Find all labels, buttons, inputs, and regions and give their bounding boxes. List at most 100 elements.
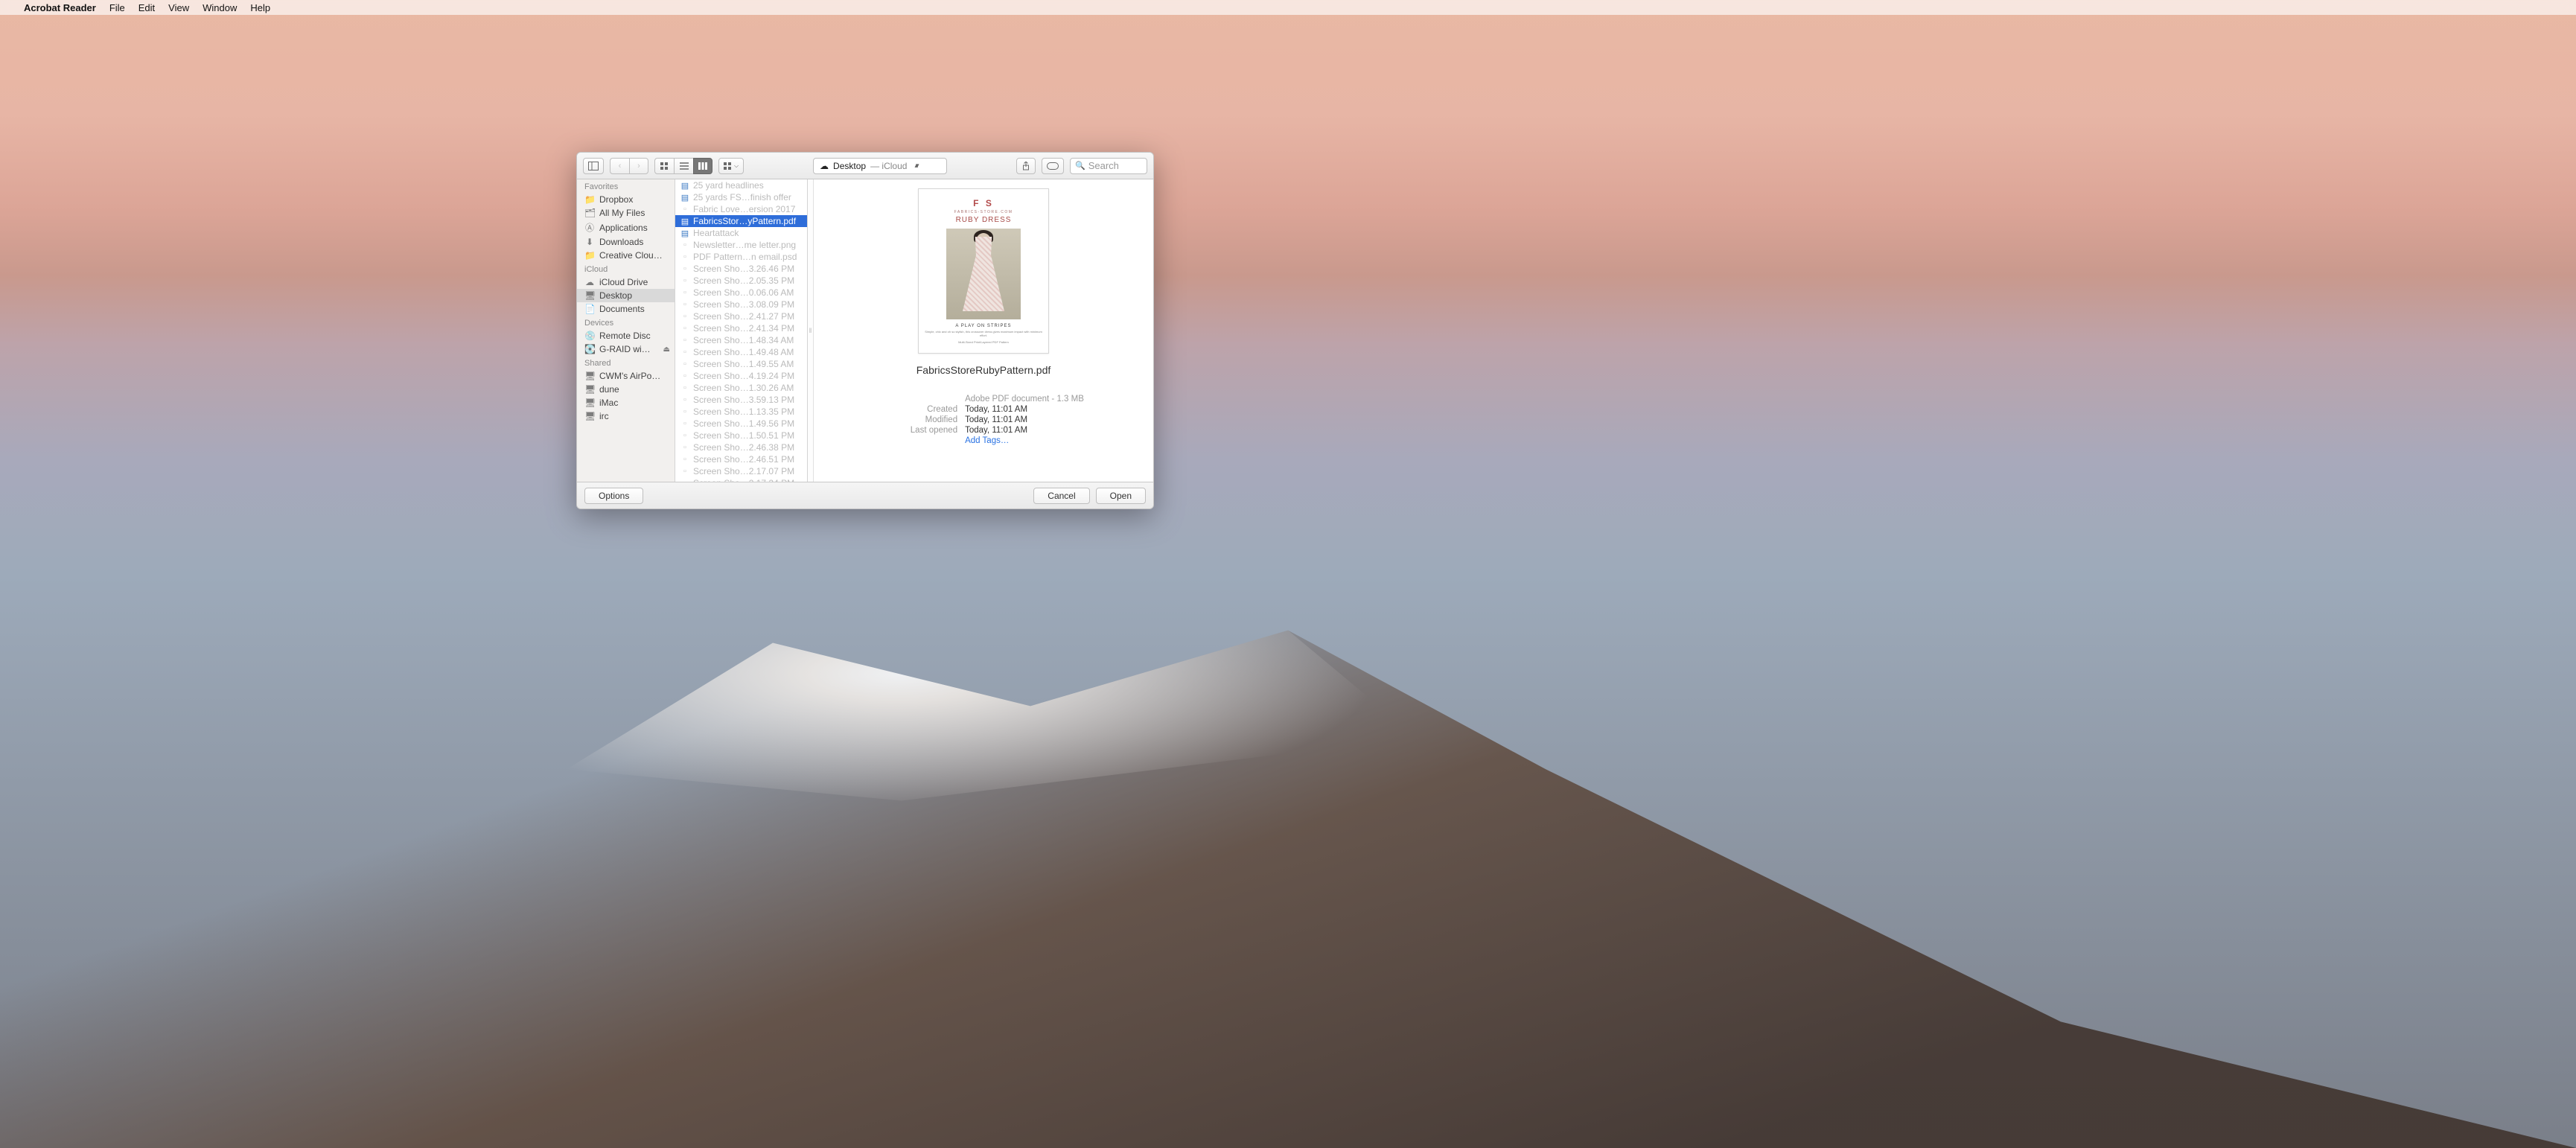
file-row[interactable]: ▫︎Screen Sho…1.49.56 PM bbox=[675, 418, 807, 430]
file-row[interactable]: ▤25 yards FS…finish offer bbox=[675, 191, 807, 203]
wallpaper-mountain bbox=[0, 517, 2576, 1148]
sidebar-item-label: Creative Clou… bbox=[599, 250, 663, 261]
view-mode-buttons bbox=[654, 158, 712, 174]
file-row[interactable]: ▫︎Screen Sho…3.26.46 PM bbox=[675, 263, 807, 275]
menu-window[interactable]: Window bbox=[203, 2, 237, 13]
file-row[interactable]: ▫︎Screen Sho…4.19.24 PM bbox=[675, 370, 807, 382]
menu-view[interactable]: View bbox=[168, 2, 189, 13]
documents-icon: 📄 bbox=[584, 304, 595, 314]
sidebar-item[interactable]: 📁Dropbox bbox=[577, 193, 675, 206]
tags-button[interactable] bbox=[1042, 158, 1064, 174]
thumb-logo: F S bbox=[973, 198, 994, 208]
search-placeholder: Search bbox=[1088, 160, 1119, 171]
eject-icon[interactable]: ⏏ bbox=[663, 345, 670, 354]
menu-file[interactable]: File bbox=[109, 2, 125, 13]
file-row[interactable]: ▤Heartattack bbox=[675, 227, 807, 239]
file-row[interactable]: ▫︎Screen Sho…2.46.51 PM bbox=[675, 453, 807, 465]
file-row[interactable]: ▫︎Screen Sho…1.48.34 AM bbox=[675, 334, 807, 346]
sidebar-item[interactable]: 🖥 dune bbox=[577, 383, 675, 396]
file-row[interactable]: ▫︎Screen Sho…1.13.35 PM bbox=[675, 406, 807, 418]
file-name: 25 yard headlines bbox=[693, 180, 803, 191]
sidebar-item[interactable]: 🖥iMac bbox=[577, 396, 675, 409]
file-name: Screen Sho…3.26.46 PM bbox=[693, 264, 803, 274]
open-button[interactable]: Open bbox=[1096, 488, 1146, 504]
menu-help[interactable]: Help bbox=[250, 2, 270, 13]
sidebar-item[interactable]: 🖥Desktop bbox=[577, 289, 675, 302]
computer-icon: 🖥 bbox=[584, 384, 595, 395]
file-row[interactable]: ▫︎Newsletter…me letter.png bbox=[675, 239, 807, 251]
file-name: Newsletter…me letter.png bbox=[693, 240, 803, 250]
thumb-caption-2: Simple, chic and oh so stylish, this cro… bbox=[925, 330, 1042, 337]
app-name[interactable]: Acrobat Reader bbox=[24, 2, 96, 13]
drive-icon: 💽 bbox=[584, 344, 595, 354]
column-resize-handle[interactable]: ‖ bbox=[808, 179, 814, 482]
sidebar-item-label: iCloud Drive bbox=[599, 277, 648, 287]
meta-key: Last opened bbox=[883, 426, 957, 435]
dialog-body: Favorites📁Dropbox🗂All My FilesⒶApplicati… bbox=[577, 179, 1153, 482]
file-name: Screen Sho…2.41.34 PM bbox=[693, 323, 803, 334]
view-column-button[interactable] bbox=[693, 158, 712, 174]
file-row[interactable]: ▫︎Screen Sho…3.59.13 PM bbox=[675, 394, 807, 406]
sidebar-item-label: irc bbox=[599, 411, 609, 421]
forward-button[interactable]: › bbox=[629, 158, 648, 174]
file-row[interactable]: ▫︎Screen Sho…1.49.55 AM bbox=[675, 358, 807, 370]
disc-icon: 💿 bbox=[584, 331, 595, 341]
chevron-updown-icon: ▴▾ bbox=[914, 162, 916, 170]
thumb-caption-3: Multi-Sized Print/Layered PDF Pattern bbox=[958, 340, 1009, 344]
file-row[interactable]: ▫︎Screen Sho…1.30.26 AM bbox=[675, 382, 807, 394]
file-row[interactable]: ▤25 yard headlines bbox=[675, 179, 807, 191]
options-button[interactable]: Options bbox=[584, 488, 643, 504]
preview-metadata: Adobe PDF document - 1.3 MB CreatedToday… bbox=[883, 394, 1084, 446]
thumb-title: RUBY DRESS bbox=[956, 216, 1012, 224]
sidebar-item[interactable]: 🖥irc bbox=[577, 409, 675, 423]
sidebar-item[interactable]: ⒶApplications bbox=[577, 220, 675, 235]
sidebar-section-header: iCloud bbox=[577, 262, 675, 275]
sidebar-item[interactable]: 💿Remote Disc bbox=[577, 329, 675, 342]
sidebar-item[interactable]: ⬇︎Downloads bbox=[577, 235, 675, 249]
file-row[interactable]: ▫︎Screen Sho…2.05.35 PM bbox=[675, 275, 807, 287]
add-tags-link[interactable]: Add Tags… bbox=[965, 436, 1009, 445]
view-icon-button[interactable] bbox=[654, 158, 674, 174]
meta-key: Modified bbox=[883, 415, 957, 424]
apps-icon: Ⓐ bbox=[584, 221, 595, 234]
sidebar-item[interactable]: 💽G-RAID wi…⏏ bbox=[577, 342, 675, 356]
file-row[interactable]: ▫︎Screen Sho…2.46.38 PM bbox=[675, 441, 807, 453]
file-row[interactable]: ▫︎Screen Sho…0.06.06 AM bbox=[675, 287, 807, 299]
nav-buttons: ‹ › bbox=[610, 158, 648, 174]
menu-edit[interactable]: Edit bbox=[138, 2, 155, 13]
meta-key: Created bbox=[883, 405, 957, 414]
group-by-button[interactable]: ⌵ bbox=[718, 158, 744, 174]
thumb-image bbox=[946, 229, 1021, 319]
search-field[interactable]: 🔍 Search bbox=[1070, 158, 1147, 174]
sidebar-item-label: iMac bbox=[599, 398, 618, 408]
file-row[interactable]: ▤FabricsStor…yPattern.pdf bbox=[675, 215, 807, 227]
sidebar-item-label: dune bbox=[599, 384, 619, 395]
meta-value: Today, 11:01 AM bbox=[965, 426, 1027, 435]
share-button[interactable] bbox=[1016, 158, 1036, 174]
sidebar-item[interactable]: 📄Documents bbox=[577, 302, 675, 316]
file-row[interactable]: ▫︎Screen Sho…2.17.07 PM bbox=[675, 465, 807, 477]
file-row[interactable]: ▫︎Screen Sho…2.41.27 PM bbox=[675, 310, 807, 322]
sidebar-item[interactable]: ☁︎iCloud Drive bbox=[577, 275, 675, 289]
file-row[interactable]: ▫︎PDF Pattern…n email.psd bbox=[675, 251, 807, 263]
sidebar-section-header: Devices bbox=[577, 316, 675, 329]
view-list-button[interactable] bbox=[674, 158, 693, 174]
path-location-label: Desktop bbox=[833, 161, 866, 171]
sidebar-item[interactable]: 📁Creative Clou… bbox=[577, 249, 675, 262]
cancel-button[interactable]: Cancel bbox=[1033, 488, 1089, 504]
back-button[interactable]: ‹ bbox=[610, 158, 629, 174]
sidebar-item[interactable]: 🖥CWM's AirPo… bbox=[577, 369, 675, 383]
folder-icon: 📁 bbox=[584, 194, 595, 205]
meta-value: Today, 11:01 AM bbox=[965, 415, 1027, 424]
file-row[interactable]: ▫︎Screen Sho…3.08.09 PM bbox=[675, 299, 807, 310]
file-row[interactable]: ▫︎Screen Sho…1.50.51 PM bbox=[675, 430, 807, 441]
file-name: FabricsStor…yPattern.pdf bbox=[693, 216, 803, 226]
file-row[interactable]: ▫︎Fabric Love…ersion 2017 bbox=[675, 203, 807, 215]
file-row[interactable]: ▫︎Screen Sho…1.49.48 AM bbox=[675, 346, 807, 358]
path-popup[interactable]: ☁︎ Desktop — iCloud ▴▾ bbox=[813, 158, 947, 174]
file-name: Fabric Love…ersion 2017 bbox=[693, 204, 803, 214]
open-dialog: ‹ › ⌵ ☁︎ Desktop — iCloud ▴▾ bbox=[576, 152, 1154, 509]
sidebar-item[interactable]: 🗂All My Files bbox=[577, 206, 675, 220]
file-row[interactable]: ▫︎Screen Sho…2.41.34 PM bbox=[675, 322, 807, 334]
sidebar-toggle-button[interactable] bbox=[583, 158, 604, 174]
